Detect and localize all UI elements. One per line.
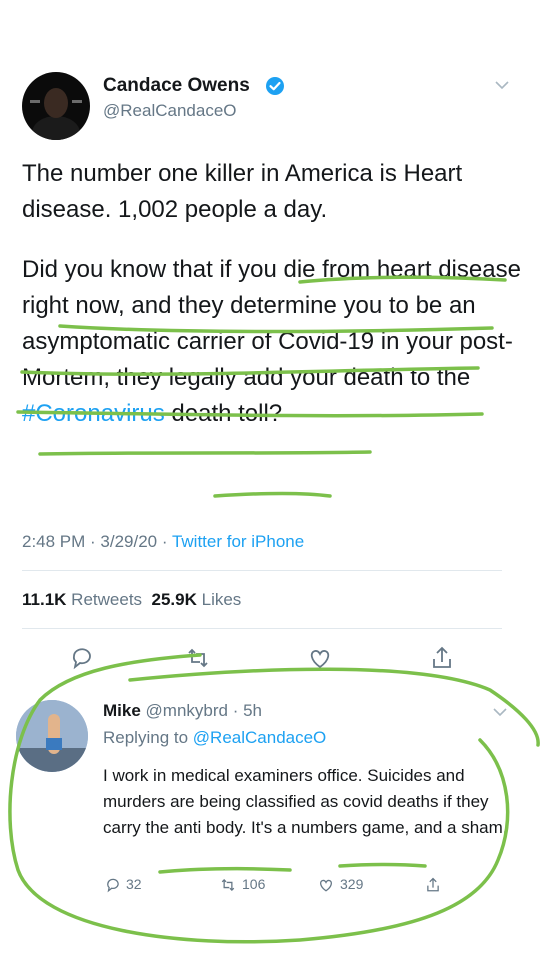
author-handle[interactable]: @RealCandaceO — [103, 101, 237, 121]
tweet-text-end: death toll? — [164, 400, 283, 427]
tweet-time: 2:48 PM · 3/29/20 · — [22, 532, 172, 551]
tweet-text-main: Did you know that if you die from heart … — [22, 256, 521, 391]
retweets-count[interactable]: 11.1K — [22, 590, 66, 609]
replying-to: Replying to @RealCandaceO — [103, 728, 326, 748]
reply-icon[interactable] — [68, 644, 96, 672]
reply-icon — [107, 879, 119, 893]
reply-like-action[interactable]: 329 — [316, 876, 363, 894]
replying-to-link[interactable]: @RealCandaceO — [193, 728, 327, 747]
retweets-label[interactable]: Retweets — [71, 590, 142, 609]
retweet-icon — [221, 879, 235, 892]
tweet-stats: 11.1K Retweets 25.9K Likes — [22, 590, 241, 610]
reply-author-name[interactable]: Mike — [103, 701, 141, 720]
reply-author-avatar[interactable] — [16, 700, 88, 772]
chevron-down-icon[interactable] — [493, 707, 507, 717]
reply-author[interactable]: Mike @mnkybrd · 5h — [103, 701, 262, 721]
divider — [22, 628, 502, 629]
hashtag-link[interactable]: #Coronavirus — [22, 400, 165, 427]
reply-retweets-count: 106 — [242, 876, 266, 892]
retweet-icon[interactable] — [184, 644, 212, 672]
share-icon[interactable] — [428, 644, 456, 672]
like-icon[interactable] — [306, 644, 334, 672]
divider — [22, 570, 502, 571]
tweet-text-paragraph-2: Did you know that if you die from heart … — [22, 252, 522, 432]
reply-text: I work in medical examiners office. Suic… — [103, 766, 508, 837]
reply-reply-action[interactable]: 32 — [104, 876, 142, 894]
reply-likes-count: 329 — [340, 876, 364, 892]
likes-label[interactable]: Likes — [202, 590, 242, 609]
reply-replies-count: 32 — [126, 876, 142, 892]
tweet-timestamp: 2:48 PM · 3/29/20 · Twitter for iPhone — [22, 532, 304, 552]
replying-prefix: Replying to — [103, 728, 193, 747]
author-name[interactable]: Candace Owens — [103, 75, 250, 97]
reply-retweet-action[interactable]: 106 — [218, 876, 265, 894]
author-avatar[interactable] — [22, 72, 90, 140]
share-icon — [427, 877, 439, 892]
tweet-source-link[interactable]: Twitter for iPhone — [172, 532, 304, 551]
verified-badge-icon — [266, 77, 284, 95]
like-icon — [320, 880, 332, 892]
reply-share-action[interactable] — [424, 876, 446, 894]
reply-handle-time: @mnkybrd · 5h — [145, 701, 262, 720]
tweet-text-paragraph-1: The number one killer in America is Hear… — [22, 160, 463, 223]
likes-count[interactable]: 25.9K — [152, 590, 197, 609]
chevron-down-icon[interactable] — [495, 80, 509, 90]
